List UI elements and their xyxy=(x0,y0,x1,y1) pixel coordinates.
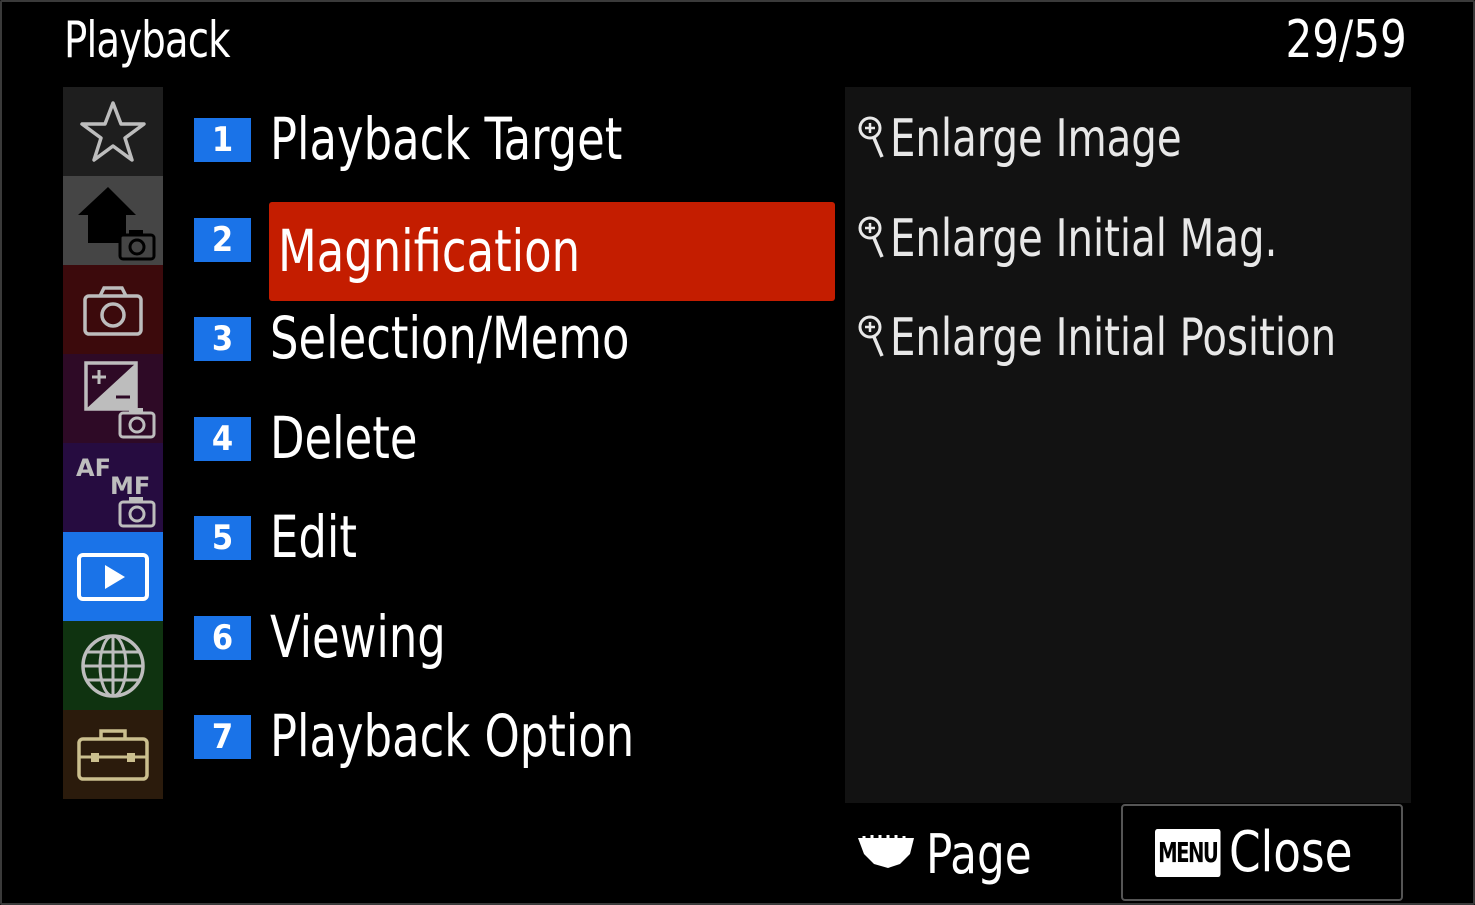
af-text: AF xyxy=(76,454,111,482)
camera-icon xyxy=(83,285,143,336)
menu-item-viewing[interactable]: 6 Viewing xyxy=(194,588,836,688)
menu-item-edit[interactable]: 5 Edit xyxy=(194,488,836,588)
menu-item-label: Playback Target xyxy=(270,105,623,173)
submenu-item-label: Enlarge Image xyxy=(890,109,1182,169)
category-shooting[interactable] xyxy=(63,265,163,354)
category-playback[interactable] xyxy=(63,532,163,621)
category-exposure-color[interactable] xyxy=(63,354,163,443)
menu-item-delete[interactable]: 4 Delete xyxy=(194,389,836,489)
close-button[interactable]: MENU Close xyxy=(1121,804,1403,901)
playback-menu-list: 1 Playback Target 2 Magnification 3 Sele… xyxy=(194,90,836,787)
category-setup[interactable] xyxy=(63,710,163,799)
menu-item-number: 4 xyxy=(194,416,251,461)
submenu-item-label: Enlarge Initial Mag. xyxy=(890,208,1278,269)
menu-item-playback-target[interactable]: 1 Playback Target xyxy=(194,90,836,190)
menu-item-number: 5 xyxy=(194,516,251,560)
menu-item-magnification[interactable]: 2 Magnification xyxy=(194,190,836,301)
menu-item-label: Edit xyxy=(270,503,357,571)
menu-key-icon: MENU xyxy=(1155,828,1221,877)
submenu-item-label: Enlarge Initial Position xyxy=(890,308,1337,368)
menu-item-label: Magnification xyxy=(278,216,581,285)
playback-icon xyxy=(77,552,149,601)
menu-item-number: 7 xyxy=(194,715,251,759)
page-title: Playback xyxy=(64,11,231,69)
menu-item-selection-memo[interactable]: 3 Selection/Memo xyxy=(194,289,836,389)
close-label: Close xyxy=(1228,820,1353,885)
menu-item-number: 1 xyxy=(194,118,251,162)
category-network[interactable] xyxy=(63,621,163,710)
page-indicator: 29/59 xyxy=(1285,10,1407,70)
magnify-plus-icon xyxy=(858,116,884,158)
af-mf-camera-icon: AF MF xyxy=(76,454,156,527)
category-rail: AF MF xyxy=(63,87,163,799)
home-camera-icon xyxy=(78,186,156,260)
star-icon xyxy=(80,100,146,162)
mf-text: MF xyxy=(110,472,150,500)
menu-item-playback-option[interactable]: 7 Playback Option xyxy=(194,687,836,787)
submenu-item-enlarge-image[interactable]: Enlarge Image xyxy=(845,87,1411,187)
camera-menu-screen: Playback 29/59 AF MF 1 Playback Target 2… xyxy=(0,0,1475,905)
magnify-plus-icon xyxy=(858,315,884,357)
globe-icon xyxy=(81,633,145,698)
menu-item-number: 6 xyxy=(194,615,251,660)
magnify-plus-icon xyxy=(858,216,884,258)
toolbox-icon xyxy=(77,728,149,781)
category-main-camera[interactable] xyxy=(63,176,163,265)
submenu-panel: Enlarge Image Enlarge Initial Mag. Enlar… xyxy=(845,87,1411,803)
menu-item-number: 3 xyxy=(194,317,251,361)
menu-item-label: Playback Option xyxy=(270,702,635,770)
page-hint: Page xyxy=(854,814,1043,894)
menu-item-number: 2 xyxy=(194,217,251,262)
menu-item-label: Viewing xyxy=(270,602,446,671)
category-favorites[interactable] xyxy=(63,87,163,176)
exposure-camera-icon xyxy=(84,360,156,438)
submenu-item-enlarge-initial-mag[interactable]: Enlarge Initial Mag. xyxy=(845,187,1411,287)
page-label: Page xyxy=(926,822,1032,886)
menu-item-label: Delete xyxy=(270,403,418,472)
submenu-item-enlarge-initial-position[interactable]: Enlarge Initial Position xyxy=(845,286,1411,386)
category-focus[interactable]: AF MF xyxy=(63,443,163,532)
menu-item-label: Selection/Memo xyxy=(270,304,630,372)
dial-icon xyxy=(858,835,914,868)
